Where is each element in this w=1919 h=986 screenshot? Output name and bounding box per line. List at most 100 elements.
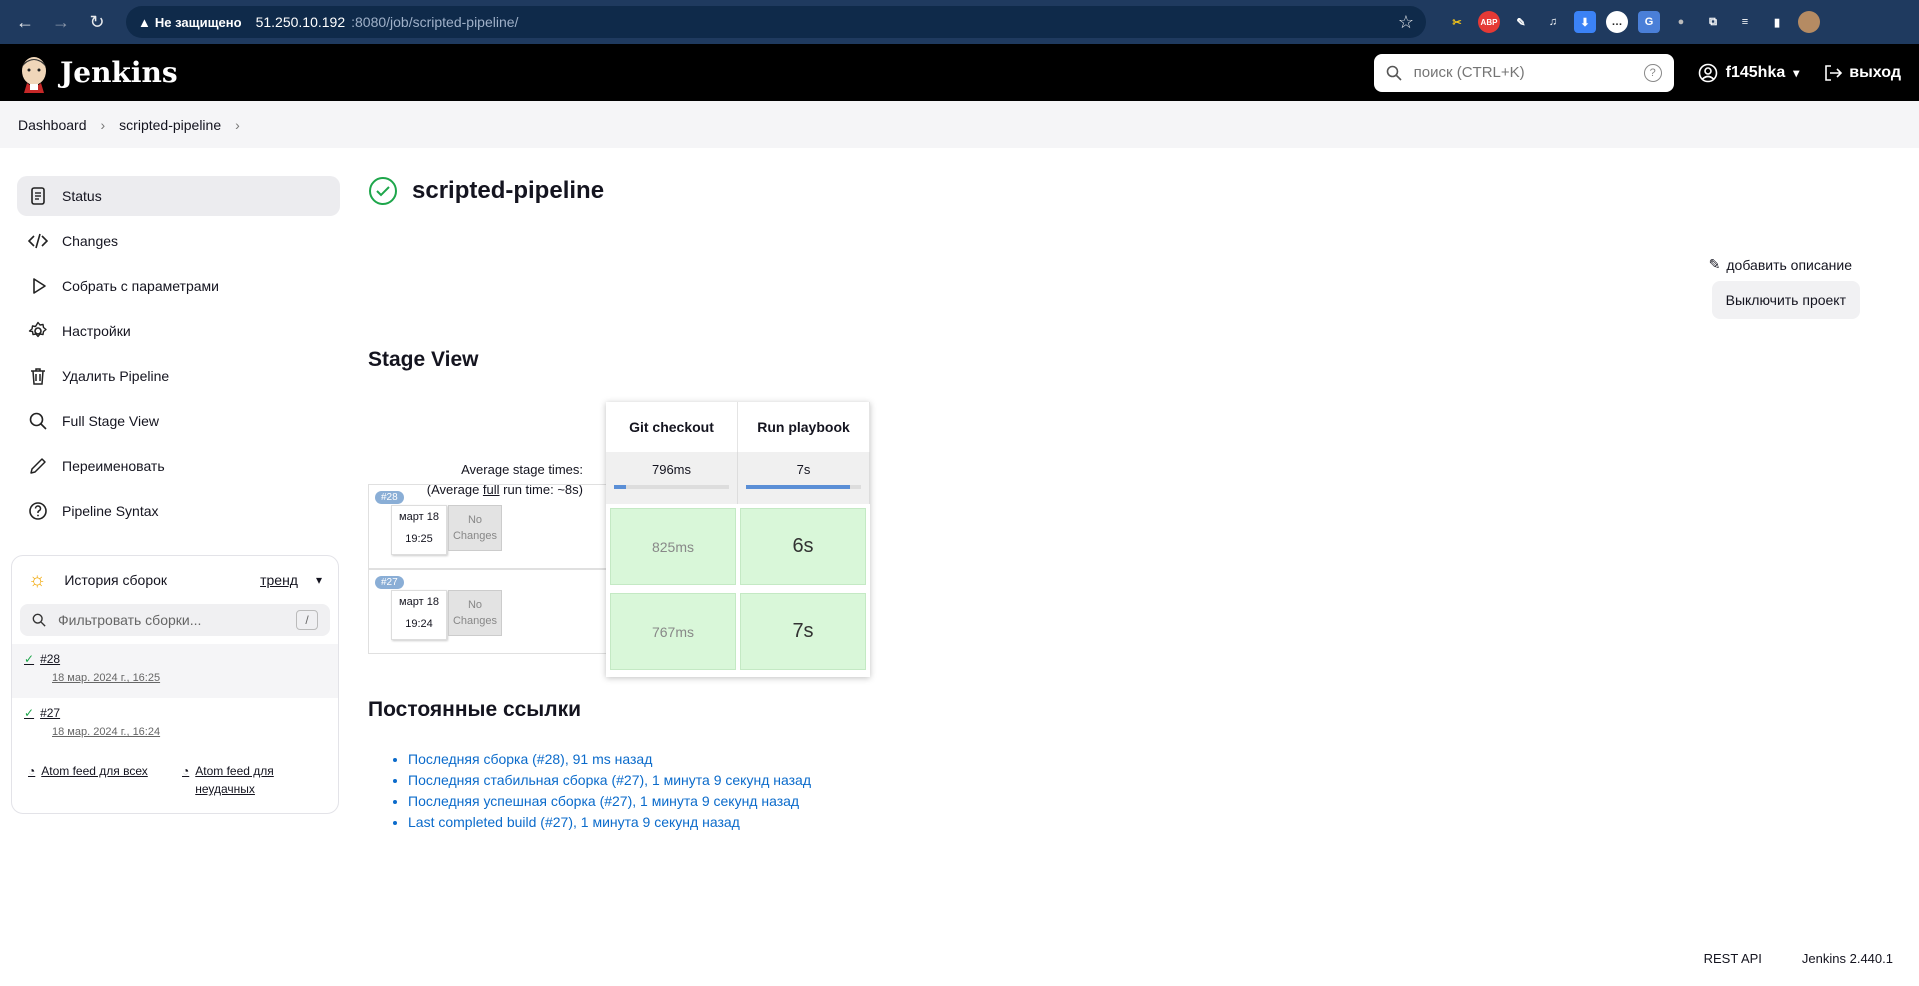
build-history-header: ☼ История сборок тренд ▾ <box>28 568 322 591</box>
pencil-icon <box>30 458 46 474</box>
search-box[interactable]: ? <box>1373 53 1674 92</box>
permalinks-title: Постоянные ссылки <box>368 698 582 721</box>
build-date[interactable]: 18 мар. 2024 г., 16:24 <box>52 726 326 738</box>
disable-project-button[interactable]: Выключить проект <box>1711 281 1860 319</box>
average-bar-fill <box>614 485 626 489</box>
playlist-icon[interactable]: ≡ <box>1734 11 1756 33</box>
permalink-last-build[interactable]: Последняя сборка (#28), 91 ms назад <box>408 751 652 767</box>
stage-header: Run playbook <box>738 402 870 452</box>
sidebar-item-changes[interactable]: Changes <box>17 221 340 261</box>
stage-cell-success[interactable]: 767ms <box>610 593 736 670</box>
build-date[interactable]: 18 мар. 2024 г., 16:25 <box>52 672 326 684</box>
average-bar <box>746 485 861 489</box>
profile-avatar[interactable] <box>1798 11 1820 33</box>
run-datetime: март 18 19:25 <box>391 505 447 555</box>
breadcrumb: Dashboard › scripted-pipeline › <box>0 101 1919 148</box>
help-icon <box>29 502 47 520</box>
puzzle-icon[interactable]: ⧉ <box>1702 11 1724 33</box>
chevron-down-icon: ▾ <box>1793 65 1800 80</box>
chevron-down-icon[interactable]: ▾ <box>316 573 322 587</box>
build-link[interactable]: ✓ #28 <box>24 652 326 666</box>
stage-cell-success[interactable]: 7s <box>740 593 866 670</box>
chevron-right-icon[interactable]: › <box>235 117 240 133</box>
jenkins-butler-icon <box>22 56 46 93</box>
feed-all-link[interactable]: ◔ Atom feed для всех <box>28 762 158 798</box>
translate-icon[interactable]: G <box>1638 11 1660 33</box>
stage-row: 825ms 6s <box>606 504 870 589</box>
sidebar-item-status[interactable]: Status <box>17 176 340 216</box>
back-icon[interactable]: ← <box>10 7 40 37</box>
atom-feeds: ◔ Atom feed для всех ◔ Atom feed для неуда… <box>12 752 338 808</box>
gear-icon <box>28 321 47 338</box>
sidebar-item-build-with-params[interactable]: Собрать с параметрами <box>17 266 340 306</box>
sidebar-item-full-stage-view[interactable]: Full Stage View <box>17 401 340 441</box>
user-menu[interactable]: f145hka ▾ <box>1698 63 1800 83</box>
search-input[interactable] <box>1413 64 1632 81</box>
forward-icon[interactable]: → <box>46 7 76 37</box>
adblock-icon[interactable]: ABP <box>1478 11 1500 33</box>
build-link[interactable]: ✓ #27 <box>24 706 326 720</box>
stage-cell-success[interactable]: 6s <box>740 508 866 585</box>
stage-runs: #28 март 18 19:25 No Changes #27 март 18 1… <box>368 484 606 654</box>
stage-view: Average stage times: (Average full run t… <box>368 402 870 702</box>
url-host: 51.250.10.192 <box>255 14 346 30</box>
stage-view-title: Stage View <box>368 348 479 371</box>
stage-averages: 796ms 7s <box>606 452 870 504</box>
download-icon[interactable]: ⬇ <box>1574 11 1596 33</box>
run-badge[interactable]: #28 <box>375 491 404 504</box>
average-bar-fill <box>746 485 850 489</box>
rss-icon: ◔ <box>28 764 36 778</box>
build-row[interactable]: ✓ #28 18 мар. 2024 г., 16:25 <box>12 644 338 698</box>
add-description-link[interactable]: ✎ добавить описание <box>1709 256 1852 273</box>
permalink: Last completed build (#27), 1 минута 9 с… <box>408 814 811 835</box>
build-history-widget: ☼ История сборок тренд ▾ Фильтровать сбо… <box>11 555 339 814</box>
address-bar[interactable]: ▲ Не защищено 51.250.10.192:8080/job/scr… <box>126 6 1426 38</box>
sidebar-item-pipeline-syntax[interactable]: Pipeline Syntax <box>17 491 340 531</box>
build-filter-input[interactable]: Фильтровать сборки... / <box>20 604 330 636</box>
sidebar-item-delete[interactable]: Удалить Pipeline <box>17 356 340 396</box>
sidepanel-icon[interactable]: ▮ <box>1766 11 1788 33</box>
bookmark-star-icon[interactable]: ☆ <box>1398 12 1414 33</box>
run-datetime: март 18 19:24 <box>391 590 447 640</box>
stage-headers: Git checkout Run playbook <box>606 402 870 452</box>
permalink: Последняя сборка (#28), 91 ms назад <box>408 751 811 772</box>
permalink-last-stable[interactable]: Последняя стабильная сборка (#27), 1 мин… <box>408 772 811 788</box>
breadcrumb-job[interactable]: scripted-pipeline <box>119 117 221 133</box>
headphones-icon[interactable]: ♫ <box>1542 11 1564 33</box>
logout-link[interactable]: выход <box>1823 63 1901 83</box>
search-icon <box>29 412 47 430</box>
permalink: Последняя успешная сборка (#27), 1 минут… <box>408 793 811 814</box>
success-check-icon: ✓ <box>24 706 35 720</box>
feed-failed-link[interactable]: ◔ Atom feed для неудачных <box>182 762 312 798</box>
jenkins-version[interactable]: Jenkins 2.440.1 <box>1802 951 1893 966</box>
reload-icon[interactable]: ↻ <box>82 7 112 37</box>
sidebar-item-settings[interactable]: Настройки <box>17 311 340 351</box>
jenkins-logo[interactable]: Jenkins <box>18 53 178 93</box>
pencil-icon: ✎ <box>1708 256 1721 272</box>
stage-run-row[interactable]: #28 март 18 19:25 No Changes <box>368 484 606 569</box>
build-row[interactable]: ✓ #27 18 мар. 2024 г., 16:24 <box>12 698 338 752</box>
search-help-icon[interactable]: ? <box>1643 63 1662 82</box>
security-indicator[interactable]: ▲ Не защищено <box>138 15 250 30</box>
success-check-icon: ✓ <box>24 652 35 666</box>
stage-cell-success[interactable]: 825ms <box>610 508 736 585</box>
sidebar-item-rename[interactable]: Переименовать <box>17 446 340 486</box>
user-icon <box>1698 63 1717 82</box>
no-changes-label: No Changes <box>448 590 502 636</box>
main-content: scripted-pipeline ✎ добавить описание Вы… <box>368 176 1888 830</box>
extension-icon[interactable]: ✂ <box>1446 11 1468 33</box>
stage-average: 7s <box>738 452 870 504</box>
breadcrumb-dashboard[interactable]: Dashboard <box>18 117 87 133</box>
chat-icon[interactable]: … <box>1606 11 1628 33</box>
permalink-last-successful[interactable]: Последняя успешная сборка (#27), 1 минут… <box>408 793 799 809</box>
stage-run-row[interactable]: #27 март 18 19:24 No Changes <box>368 569 606 654</box>
logout-icon <box>1825 64 1843 81</box>
rss-icon: ◔ <box>182 764 190 778</box>
run-badge[interactable]: #27 <box>375 576 404 589</box>
eyedropper-icon[interactable]: ✎ <box>1510 11 1532 33</box>
extension-icon[interactable]: ● <box>1670 11 1692 33</box>
permalink-last-completed[interactable]: Last completed build (#27), 1 минута 9 с… <box>408 814 740 830</box>
rest-api-link[interactable]: REST API <box>1704 951 1762 966</box>
trend-link[interactable]: тренд <box>260 572 298 588</box>
footer: REST API Jenkins 2.440.1 <box>1704 951 1893 966</box>
